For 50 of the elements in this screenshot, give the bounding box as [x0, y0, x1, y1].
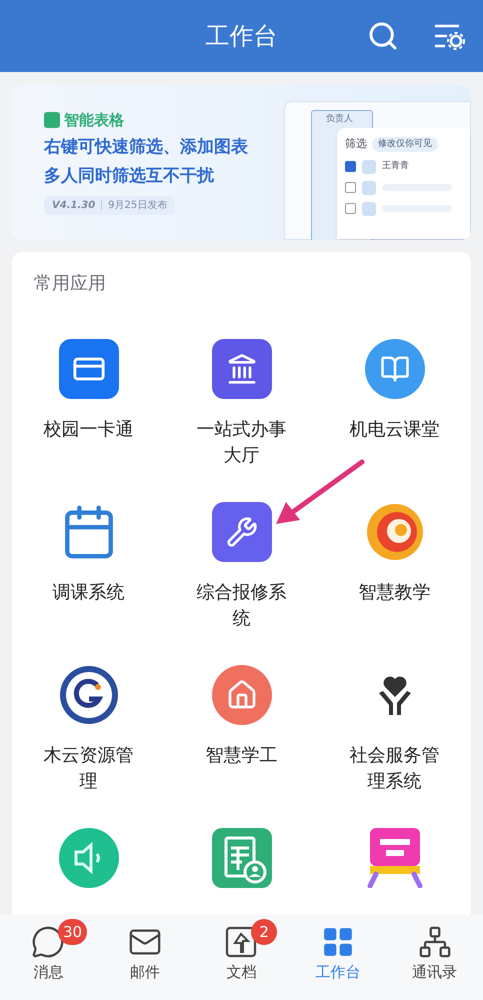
avatar-icon — [362, 160, 376, 174]
card-icon — [58, 339, 118, 399]
app-item[interactable]: 木云资源管理 — [12, 665, 165, 828]
avatar-icon — [362, 180, 376, 194]
filter-settings-icon[interactable] — [433, 22, 465, 50]
app-item[interactable]: 综合报修系统 — [165, 502, 318, 665]
filter-label: 筛选 — [345, 136, 367, 152]
speaker-icon — [58, 828, 118, 888]
app-label: 调课系统 — [52, 581, 126, 605]
app-item[interactable]: 调课系统 — [12, 502, 165, 665]
release-date: 9月25日发布 — [108, 198, 168, 212]
app-label: 综合报修系统 — [196, 581, 288, 631]
app-item[interactable]: 智慧教学 — [318, 502, 471, 665]
app-label: 一站式办事大厅 — [196, 418, 288, 468]
tab-item[interactable]: 邮件 — [128, 925, 162, 984]
swirl-logo-icon — [364, 502, 424, 562]
banner-tag: 智能表格 — [64, 109, 124, 132]
building-icon — [212, 339, 272, 399]
avatar-icon — [362, 202, 376, 216]
app-item[interactable]: 社会服务管理系统 — [318, 665, 471, 828]
app-item[interactable]: 机电云课堂 — [318, 339, 471, 502]
app-label: 智慧学工 — [204, 744, 278, 768]
emblem-icon — [58, 665, 118, 725]
app-label: 社会服务管理系统 — [348, 744, 440, 794]
spreadsheet-icon — [212, 828, 272, 888]
search-icon[interactable] — [367, 20, 399, 52]
promo-banner[interactable]: 智能表格 右键可快速筛选、添加图表 多人同时筛选互不干扰 V4.1.30 9月25日发布 负责人 筛选 修改仅你可见 王青青 — [12, 85, 471, 240]
app-label: 校园一卡通 — [42, 418, 134, 442]
app-label: 智慧教学 — [358, 581, 432, 605]
tab-item[interactable]: 通讯录 — [412, 925, 458, 984]
badge: 2 — [251, 919, 278, 945]
app-item[interactable]: 校园一卡通 — [12, 339, 165, 502]
tab-item[interactable]: 工作台 — [316, 925, 361, 984]
app-label: 机电云课堂 — [348, 418, 440, 442]
section-title: 常用应用 — [33, 272, 107, 296]
app-item[interactable]: 一站式办事大厅 — [165, 339, 318, 502]
wrench-icon — [212, 502, 272, 562]
document-icon — [224, 925, 258, 959]
scope-pill: 修改仅你可见 — [372, 136, 438, 152]
page-title: 工作台 — [206, 21, 278, 52]
table-icon — [44, 112, 60, 128]
version-text: V4.1.30 — [52, 198, 96, 212]
banner-headline: 多人同时筛选互不干扰 — [44, 164, 216, 188]
chat-icon — [31, 925, 66, 959]
app-item[interactable]: 智慧学工 — [165, 665, 318, 828]
badge: 30 — [58, 919, 88, 945]
org-chart-icon — [418, 925, 452, 959]
banner-headline: 右键可快速筛选、添加图表 — [44, 136, 249, 158]
person-name: 王青青 — [382, 160, 409, 173]
app-label: 木云资源管理 — [42, 744, 134, 794]
